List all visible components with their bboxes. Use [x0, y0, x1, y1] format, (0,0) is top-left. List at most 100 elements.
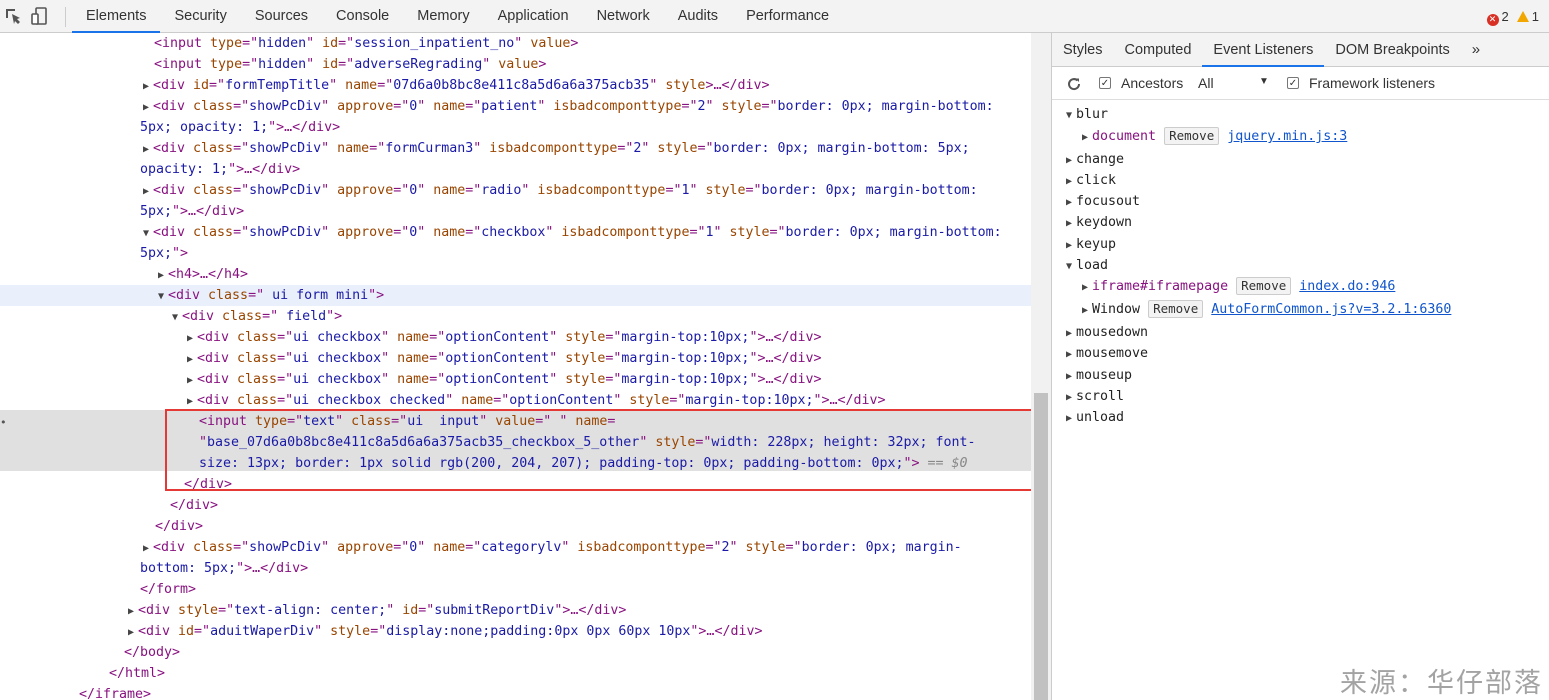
tab-dom-breakpoints[interactable]: DOM Breakpoints [1324, 33, 1460, 66]
expand-triangle-icon: ▶ [1082, 132, 1089, 143]
error-count[interactable]: ✕ 2 [1486, 0, 1509, 33]
dom-node[interactable]: ▶ <div class="ui checkbox" name="optionCo… [0, 327, 1031, 348]
dom-node[interactable]: ▶ <div style="text-align: center;" id="su… [0, 600, 1031, 621]
dom-node[interactable]: ▶ <div class="showPcDiv" approve="0" name… [0, 96, 1031, 117]
issue-counts[interactable]: ✕ 2 1 [1486, 0, 1539, 33]
framework-listeners-label: Framework listeners [1309, 75, 1436, 91]
ancestors-checkbox[interactable]: ✓ [1099, 77, 1111, 89]
expand-triangle-icon: ▶ [1066, 349, 1073, 360]
dom-node[interactable]: ▶ <div class="showPcDiv" name="formCurman… [0, 138, 1031, 159]
event-mousedown[interactable]: ▶ mousedown [1066, 322, 1148, 343]
expand-triangle-icon: ▶ [1082, 282, 1089, 293]
event-click[interactable]: ▶ click [1066, 170, 1116, 191]
error-icon: ✕ [1486, 14, 1499, 26]
event-load[interactable]: ▼ load [1066, 255, 1108, 276]
dom-node[interactable]: ▶ <div class="showPcDiv" approve="0" name… [0, 537, 1031, 558]
tab-computed[interactable]: Computed [1114, 33, 1203, 66]
elements-scrollbar-thumb[interactable] [1034, 393, 1048, 700]
main-tabs: Elements Security Sources Console Memory… [72, 0, 843, 33]
tab-sources[interactable]: Sources [241, 0, 322, 33]
collapse-triangle-icon: ▼ [143, 228, 150, 239]
tab-audits[interactable]: Audits [664, 0, 732, 33]
dom-node-wrap: 5px;"> [140, 246, 189, 261]
dom-node[interactable]: ▶ <div id="aduitWaperDiv" style="display:… [0, 621, 1031, 642]
source-link[interactable]: jquery.min.js:3 [1227, 129, 1347, 144]
dom-node[interactable]: ▶ <div class="showPcDiv" approve="0" name… [0, 180, 1031, 201]
collapse-triangle-icon: ▼ [158, 291, 165, 302]
expand-triangle-icon: ▶ [1066, 176, 1073, 187]
expand-triangle-icon: ▶ [187, 354, 194, 365]
dom-node[interactable]: ▶ <div class="ui checkbox" name="optionCo… [0, 348, 1031, 369]
toolbar-separator [65, 7, 66, 27]
expand-triangle-icon: ▶ [128, 606, 135, 617]
event-blur[interactable]: ▼ blur [1066, 104, 1108, 125]
inspect-element-icon[interactable] [4, 7, 22, 25]
expand-triangle-icon: ▶ [143, 102, 150, 113]
dom-node[interactable]: ▶ <h4>…</h4> [0, 264, 1031, 285]
framework-listeners-checkbox[interactable]: ✓ [1287, 77, 1299, 89]
remove-button[interactable]: Remove [1164, 127, 1220, 145]
expand-triangle-icon: ▶ [143, 186, 150, 197]
remove-button[interactable]: Remove [1236, 277, 1292, 295]
collapse-triangle-icon: ▼ [1066, 110, 1073, 121]
collapse-triangle-icon: ▼ [172, 312, 179, 323]
tab-security[interactable]: Security [160, 0, 240, 33]
dom-node-close: </body> [124, 645, 181, 660]
warning-icon [1516, 11, 1529, 22]
source-link[interactable]: index.do:946 [1299, 279, 1395, 294]
dom-node[interactable]: ▼ <div class="showPcDiv" approve="0" name… [0, 222, 1031, 243]
chevron-down-icon[interactable]: ▼ [1259, 76, 1269, 87]
tab-elements[interactable]: Elements [72, 0, 161, 33]
expand-triangle-icon: ▶ [1066, 155, 1073, 166]
dom-node-close: </iframe> [79, 687, 152, 700]
dom-node-close: </div> [155, 519, 204, 534]
source-link[interactable]: AutoFormCommon.js?v=3.2.1:6360 [1211, 302, 1451, 317]
more-tabs-icon[interactable]: » [1461, 33, 1491, 66]
refresh-icon[interactable] [1066, 76, 1082, 92]
tab-performance[interactable]: Performance [732, 0, 843, 33]
event-change[interactable]: ▶ change [1066, 149, 1124, 170]
tab-memory[interactable]: Memory [403, 0, 483, 33]
devtools-toolbar: Elements Security Sources Console Memory… [0, 0, 1549, 33]
expand-triangle-icon: ▶ [128, 627, 135, 638]
listener-row[interactable]: ▶ Window Remove AutoFormCommon.js?v=3.2.1… [1082, 299, 1451, 320]
event-mouseup[interactable]: ▶ mouseup [1066, 365, 1132, 386]
tab-console[interactable]: Console [322, 0, 403, 33]
event-focusout[interactable]: ▶ focusout [1066, 191, 1140, 212]
tab-network[interactable]: Network [583, 0, 664, 33]
sidebar-panel: Styles Computed Event Listeners DOM Brea… [1052, 33, 1549, 700]
event-listeners-toolbar: ✓ Ancestors All ▼ ✓ Framework listeners [1052, 67, 1549, 100]
tab-styles[interactable]: Styles [1052, 33, 1114, 66]
listener-row[interactable]: ▶ iframe#iframepage Remove index.do:946 [1082, 276, 1395, 297]
listener-row[interactable]: ▶ document Remove jquery.min.js:3 [1082, 126, 1347, 147]
dom-node[interactable]: ▶ <div id="formTempTitle" name="07d6a0b8b… [0, 75, 1031, 96]
ancestors-label: Ancestors [1121, 75, 1184, 91]
elements-tree: • <input type="hidden" id="session_inpat… [0, 33, 1031, 700]
device-toolbar-icon[interactable] [31, 7, 49, 25]
warning-count[interactable]: 1 [1516, 0, 1539, 33]
event-keyup[interactable]: ▶ keyup [1066, 234, 1116, 255]
expand-triangle-icon: ▶ [143, 81, 150, 92]
dom-node[interactable]: ▶ <div class="ui checkbox" name="optionCo… [0, 369, 1031, 390]
event-keydown[interactable]: ▶ keydown [1066, 212, 1132, 233]
listener-type-select[interactable]: All [1198, 75, 1214, 91]
tab-application[interactable]: Application [484, 0, 583, 33]
event-unload[interactable]: ▶ unload [1066, 407, 1124, 428]
dom-node[interactable]: <input type="hidden" id="session_inpatie… [0, 33, 1031, 54]
expand-triangle-icon: ▶ [143, 543, 150, 554]
dom-node-wrap: bottom: 5px;">…</div> [140, 561, 309, 576]
dom-node[interactable]: <input type="hidden" id="adverseRegradin… [0, 54, 1031, 75]
expand-triangle-icon: ▶ [158, 270, 165, 281]
collapse-triangle-icon: ▼ [1066, 261, 1073, 272]
event-mousemove[interactable]: ▶ mousemove [1066, 343, 1148, 364]
event-scroll[interactable]: ▶ scroll [1066, 386, 1124, 407]
dom-node[interactable]: ▶ <div class="ui checkbox checked" name="… [0, 390, 1031, 411]
expand-triangle-icon: ▶ [1066, 197, 1073, 208]
dom-node[interactable]: ▼ <div class=" ui form mini"> [0, 285, 1031, 306]
watermark: 来源：华仔部落 [1340, 668, 1543, 699]
tab-event-listeners[interactable]: Event Listeners [1202, 33, 1325, 67]
remove-button[interactable]: Remove [1148, 300, 1204, 318]
expand-triangle-icon: ▶ [1082, 305, 1089, 316]
dom-node[interactable]: ▼ <div class=" field"> [0, 306, 1031, 327]
expand-triangle-icon: ▶ [1066, 240, 1073, 251]
